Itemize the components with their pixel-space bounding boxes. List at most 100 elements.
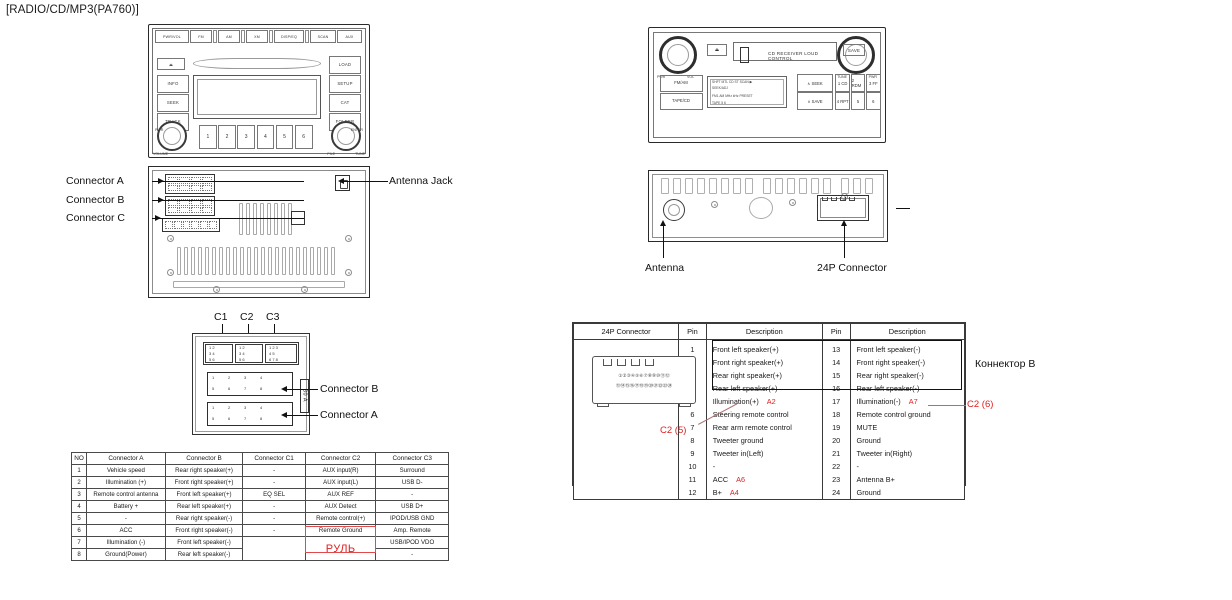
button-info[interactable]: INFO <box>157 75 189 93</box>
button-cat[interactable]: CAT <box>329 94 361 112</box>
file-label: FILE <box>327 152 335 156</box>
alt-preset-1[interactable]: 1 CD <box>835 74 850 92</box>
diagram-page: [RADIO/CD/MP3(PA760)] PWR/VOL FM AM XM D… <box>0 0 1232 600</box>
alt-preset-4[interactable]: 4 RPT <box>835 92 850 110</box>
table-row: 2 Illumination (+) Front right speaker(+… <box>70 476 449 489</box>
preset-2[interactable]: 2 <box>218 125 236 149</box>
button-am[interactable]: AM <box>218 30 240 43</box>
cell-b: Front left speaker(-) <box>164 536 244 549</box>
alt-eject-button[interactable]: ⏏ <box>707 44 727 56</box>
callout-connector-a-block: Connector A <box>320 409 378 421</box>
preset-4[interactable]: 4 <box>256 125 275 149</box>
annot-c2-6: C2 (6) <box>967 399 994 410</box>
enter-label: ENTER <box>350 128 363 132</box>
table-row: 6 ACC Front right speaker(-) - Remote Gr… <box>70 524 449 537</box>
desc: Tweeter in(Left) <box>712 449 764 458</box>
preset-6[interactable]: 6 <box>294 125 313 149</box>
cell-c3: USB D- <box>375 476 449 489</box>
button-seek[interactable]: SEEK <box>157 94 189 112</box>
cell-c1: - <box>242 476 306 489</box>
radio-top-button-row: PWR/VOL FM AM XM DISP/EQ SCAN AUX <box>155 30 363 43</box>
alt-save-button[interactable]: SAVE <box>843 44 865 56</box>
desc: ACC A6 <box>712 475 746 484</box>
cell-c2: AUX input(R) <box>304 464 377 477</box>
callout-antenna-jack: Antenna Jack <box>389 175 453 187</box>
table-row: 3 Remote control antenna Front left spea… <box>70 488 449 501</box>
button-scan[interactable]: SCAN <box>310 30 336 43</box>
pin: 9 <box>690 449 695 458</box>
callout-connector-a: Connector A <box>66 175 124 187</box>
arrow-icon <box>338 177 344 184</box>
cell-c1: EQ SEL <box>242 488 306 501</box>
desc: Steering remote control <box>712 410 789 419</box>
pin: 10 <box>688 462 697 471</box>
annot-a4: A4 <box>729 488 739 497</box>
cell-c3: IPOD/USB GND <box>375 512 449 525</box>
button-aux[interactable]: AUX <box>337 30 362 43</box>
connector-b-block <box>207 372 293 396</box>
button-xm[interactable]: XM <box>246 30 268 43</box>
screw-hole <box>711 201 718 208</box>
alt-preset-6[interactable]: 6 <box>866 92 881 110</box>
screw-hole <box>789 199 796 206</box>
pwr-label: PWR <box>155 128 164 132</box>
radio-cd-mp3-head-unit-front: PWR/VOL FM AM XM DISP/EQ SCAN AUX ⏏ INFO… <box>148 24 370 158</box>
col-connector-c1: Connector C1 <box>242 452 306 465</box>
table-row: 1 Vehicle speed Rear right speaker(+) - … <box>70 464 449 477</box>
desc: Remote control ground <box>856 410 931 419</box>
button-load[interactable]: LOAD <box>329 56 361 74</box>
alt-preset-2[interactable]: 2 RDM <box>850 74 866 92</box>
preset-1[interactable]: 1 <box>199 125 217 149</box>
col-connector-a: Connector A <box>86 452 166 465</box>
button-divider-3 <box>269 30 273 43</box>
desc: - <box>712 462 716 471</box>
t24-pin-right-cell: 13 14 15 16 17 18 19 20 21 22 23 24 <box>821 339 851 500</box>
alt-volume-knob[interactable] <box>659 36 697 74</box>
button-seek-up[interactable]: ∧ SEEK <box>797 74 833 92</box>
head-unit-rear-panel <box>148 166 370 298</box>
t24-desc-right-cell: Front left speaker(-) Front right speake… <box>849 339 966 500</box>
desc: Front right speaker(+) <box>712 358 784 367</box>
radio-display <box>193 75 321 119</box>
cell-c1: - <box>242 512 306 525</box>
annot-a2: A2 <box>766 397 776 406</box>
desc: Rear right speaker(-) <box>856 371 924 380</box>
t24-desc-left-cell: Front left speaker(+) Front right speake… <box>705 339 823 500</box>
cell-c1: - <box>242 464 306 477</box>
button-pwr-vol[interactable]: PWR/VOL <box>155 30 189 43</box>
button-fm[interactable]: FM <box>190 30 212 43</box>
tune-enter-knob[interactable] <box>331 121 361 151</box>
cell-b: Front right speaker(+) <box>164 476 244 489</box>
antenna-socket <box>663 199 685 221</box>
volume-knob[interactable] <box>157 121 187 151</box>
screw-hole <box>213 286 220 293</box>
button-fm-am[interactable]: FM/AM <box>659 74 703 92</box>
cell-c3: - <box>375 488 449 501</box>
pin: 21 <box>832 449 841 458</box>
page-title: [RADIO/CD/MP3(PA760)] <box>6 4 139 16</box>
t24-illustration-cell: ①②③④⑤⑥⑦⑧⑨⑩⑪⑫ ⑬⑭⑮⑯⑰⑱⑲⑳㉑㉒㉓㉔ <box>572 339 696 500</box>
button-seek-down[interactable]: ∨ SAVE <box>797 92 833 110</box>
col-no: NO <box>70 452 88 465</box>
button-disp-eq[interactable]: DISP/EQ <box>274 30 304 43</box>
cell-no: 3 <box>70 488 88 501</box>
preset-5[interactable]: 5 <box>275 125 294 149</box>
desc: Front left speaker(-) <box>856 345 921 354</box>
cd-bay-text: CD RECEIVER LOUD CONTROL <box>768 51 819 61</box>
button-tape-cd[interactable]: TAPE/CD <box>659 92 703 110</box>
pin: 18 <box>832 410 841 419</box>
preset-3[interactable]: 3 <box>237 125 256 149</box>
eject-button[interactable]: ⏏ <box>157 58 185 70</box>
alt-seek-column: ∧ SEEK ∨ SAVE <box>797 74 833 110</box>
illus-pin-row-2: ⑬⑭⑮⑯⑰⑱⑲⑳㉑㉒㉓㉔ <box>615 384 673 389</box>
cell-c3: Amp. Remote <box>375 524 449 537</box>
cell-b: Rear right speaker(+) <box>164 464 244 477</box>
desc: MUTE <box>856 423 878 432</box>
lcd-line-2: SEEK/ADJ <box>712 86 728 90</box>
button-setup[interactable]: SETUP <box>329 75 361 93</box>
desc: Tweeter ground <box>712 436 764 445</box>
alt-preset-5[interactable]: 5 <box>850 92 866 110</box>
lcd-line-3: FM1 AM MHz kHz PRESET <box>712 94 753 98</box>
alt-preset-3[interactable]: 3 FF <box>866 74 881 92</box>
alternate-head-unit-front: PWR VOL TUNE PWR ⏏ CD RECEIVER LOUD CONT… <box>648 27 886 143</box>
